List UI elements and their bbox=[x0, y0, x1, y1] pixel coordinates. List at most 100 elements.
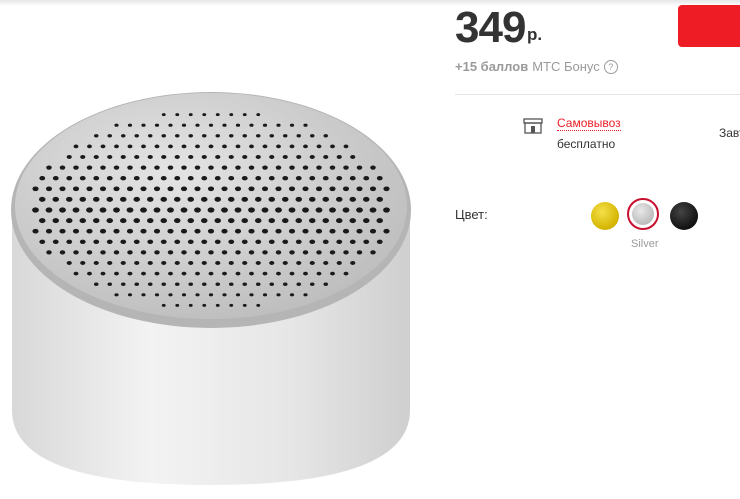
grille-hole bbox=[79, 218, 86, 224]
grille-hole bbox=[309, 134, 315, 138]
grille-hole bbox=[188, 113, 193, 117]
grille-hole bbox=[195, 271, 200, 276]
grille-hole bbox=[323, 261, 329, 265]
grille-hole bbox=[73, 165, 79, 170]
grille-hole bbox=[126, 207, 134, 213]
grille-hole bbox=[268, 239, 275, 245]
grille-hole bbox=[154, 144, 160, 149]
grille-hole bbox=[242, 155, 248, 159]
grille-hole bbox=[309, 282, 315, 286]
delivery-option-label: Завт bbox=[719, 126, 740, 140]
grille-hole bbox=[93, 261, 99, 265]
grille-hole bbox=[113, 228, 120, 234]
grille-hole bbox=[289, 271, 295, 276]
grille-hole bbox=[288, 186, 296, 192]
grille-hole bbox=[315, 228, 323, 234]
grille-hole bbox=[140, 186, 147, 192]
grille-hole bbox=[120, 175, 127, 181]
grille-hole bbox=[241, 239, 248, 245]
grille-hole bbox=[86, 165, 93, 170]
grille-hole bbox=[167, 165, 174, 170]
grille-hole bbox=[215, 155, 221, 159]
grille-hole bbox=[302, 165, 309, 170]
grille-hole bbox=[154, 250, 160, 255]
color-swatch-yellow[interactable] bbox=[591, 202, 619, 230]
grille-hole bbox=[242, 282, 248, 286]
grille-hole bbox=[140, 228, 147, 234]
grille-hole bbox=[86, 207, 93, 213]
grille-hole bbox=[147, 175, 154, 181]
grille-hole bbox=[248, 165, 255, 170]
grille-hole bbox=[174, 175, 181, 181]
grille-hole bbox=[295, 239, 302, 245]
divider bbox=[455, 94, 740, 95]
grille-hole bbox=[214, 175, 221, 181]
grille-hole bbox=[303, 293, 308, 297]
grille-hole bbox=[202, 303, 207, 307]
grille-hole bbox=[208, 165, 214, 170]
grille-hole bbox=[188, 303, 193, 307]
grille-hole bbox=[208, 144, 214, 149]
grille-hole bbox=[79, 175, 86, 181]
grille-hole bbox=[174, 218, 181, 224]
grille-hole bbox=[180, 207, 188, 213]
grille-hole bbox=[167, 250, 174, 255]
grille-hole bbox=[363, 175, 370, 181]
grille-hole bbox=[134, 134, 140, 138]
grille-hole bbox=[86, 228, 93, 234]
grille-hole bbox=[229, 303, 234, 307]
grille-hole bbox=[343, 250, 349, 255]
grille-hole bbox=[181, 293, 187, 297]
grille-hole bbox=[221, 250, 228, 255]
grille-hole bbox=[187, 218, 194, 224]
help-icon[interactable]: ? bbox=[603, 59, 618, 74]
grille-hole bbox=[174, 134, 180, 138]
pickup-link[interactable]: Самовывоз bbox=[557, 116, 621, 131]
grille-hole bbox=[309, 218, 316, 224]
grille-hole bbox=[93, 134, 99, 138]
grille-hole bbox=[161, 155, 167, 159]
price-value: 349 bbox=[455, 3, 526, 52]
color-swatch-silver[interactable] bbox=[632, 203, 654, 225]
grille-hole bbox=[147, 261, 153, 265]
grille-hole bbox=[323, 282, 329, 286]
grille-hole bbox=[52, 218, 59, 224]
grille-hole bbox=[161, 134, 167, 138]
grille-hole bbox=[235, 144, 241, 149]
grille-hole bbox=[32, 186, 39, 192]
grille-hole bbox=[363, 196, 370, 202]
grille-hole bbox=[174, 261, 180, 265]
grille-hole bbox=[45, 228, 53, 234]
grille-hole bbox=[141, 293, 146, 297]
grille-hole bbox=[289, 165, 295, 170]
product-image-speaker bbox=[11, 92, 411, 485]
grille-hole bbox=[336, 175, 343, 181]
grille-hole bbox=[113, 186, 120, 192]
grille-hole bbox=[255, 239, 262, 245]
grille-hole bbox=[282, 134, 288, 138]
grille-hole bbox=[133, 239, 140, 245]
grille-hole bbox=[153, 207, 161, 213]
grille-hole bbox=[106, 218, 113, 224]
grille-hole bbox=[336, 218, 343, 224]
grille-hole bbox=[107, 282, 113, 286]
grille-hole bbox=[221, 186, 228, 192]
grille-hole bbox=[369, 207, 377, 213]
grille-hole bbox=[195, 123, 200, 127]
grille-hole bbox=[100, 165, 106, 170]
grille-hole bbox=[174, 239, 181, 245]
grille-hole bbox=[289, 250, 295, 255]
grille-hole bbox=[79, 196, 86, 202]
grille-hole bbox=[315, 207, 323, 213]
grille-hole bbox=[342, 207, 350, 213]
grille-hole bbox=[269, 282, 275, 286]
grille-hole bbox=[201, 134, 207, 138]
grille-hole bbox=[120, 261, 126, 265]
grille-hole bbox=[180, 186, 188, 192]
grille-hole bbox=[147, 155, 153, 159]
color-swatch-black[interactable] bbox=[670, 202, 698, 230]
grille-hole bbox=[207, 207, 215, 213]
buy-button[interactable] bbox=[678, 5, 740, 47]
grille-hole bbox=[59, 165, 66, 170]
grille-hole bbox=[255, 175, 262, 181]
